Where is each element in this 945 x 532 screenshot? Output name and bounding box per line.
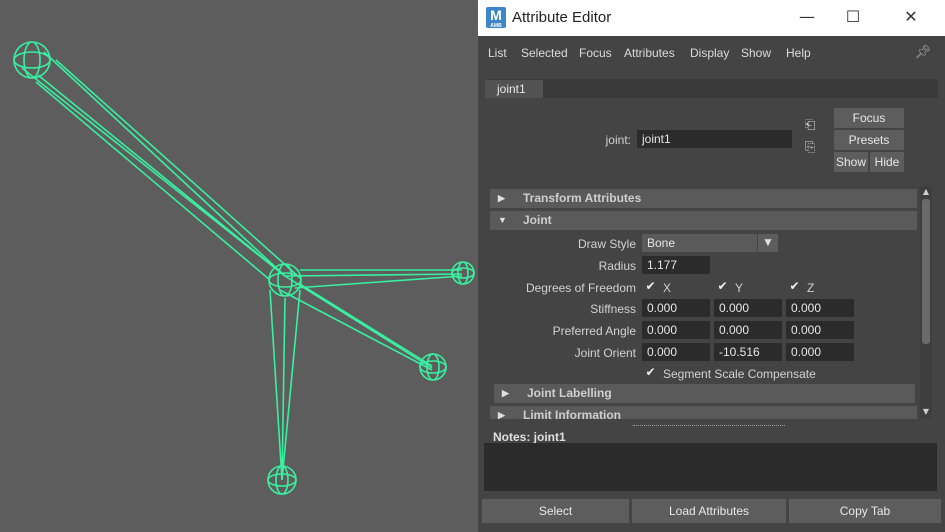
- scroll-thumb[interactable]: [922, 199, 930, 344]
- section-joint[interactable]: ▼ Joint: [490, 211, 917, 230]
- bone-line: [269, 289, 283, 481]
- load-attributes-button[interactable]: Load Attributes: [632, 499, 786, 523]
- section-transform-attributes[interactable]: ▶ Transform Attributes: [490, 189, 917, 208]
- expand-arrow-icon: ▶: [498, 193, 505, 203]
- stiffness-z-field[interactable]: 0.000: [786, 299, 854, 317]
- splitter-handle[interactable]: [633, 425, 785, 426]
- joint-sphere: [451, 261, 475, 285]
- menu-selected[interactable]: Selected: [521, 46, 568, 60]
- bone-line: [284, 275, 433, 369]
- segment-scale-compensate-checkbox[interactable]: ✔: [644, 366, 657, 379]
- preferred-angle-label: Preferred Angle: [552, 324, 636, 338]
- joint-sphere: [419, 353, 447, 381]
- menu-focus[interactable]: Focus: [579, 46, 612, 60]
- dof-x-checkbox[interactable]: ✔: [644, 280, 657, 293]
- menu-bar: List Selected Focus Attributes Display S…: [478, 41, 945, 65]
- expand-arrow-icon: ▶: [502, 388, 509, 398]
- collapse-arrow-icon: ▼: [498, 215, 507, 225]
- minimize-button[interactable]: —: [784, 0, 830, 36]
- attribute-scrollbar[interactable]: ▲ ▼: [920, 186, 932, 418]
- joint-orient-y-field[interactable]: -10.516: [714, 343, 782, 361]
- stiffness-x-field[interactable]: 0.000: [642, 299, 710, 317]
- tab-joint1[interactable]: joint1: [485, 80, 543, 98]
- bone-line: [55, 59, 301, 279]
- bone-line: [279, 289, 433, 371]
- section-limit-information[interactable]: ▶ Limit Information: [490, 406, 917, 419]
- dof-y-checkbox[interactable]: ✔: [716, 280, 729, 293]
- section-clip: ▶ Limit Information: [490, 406, 917, 419]
- preferred-angle-y-field[interactable]: 0.000: [714, 321, 782, 339]
- node-name-label: joint:: [605, 133, 631, 147]
- focus-button[interactable]: Focus: [834, 108, 904, 128]
- scroll-up-arrow-icon[interactable]: ▲: [920, 186, 932, 198]
- menu-show[interactable]: Show: [741, 46, 771, 60]
- chevron-down-icon[interactable]: ▼: [758, 234, 778, 252]
- node-name-field[interactable]: joint1: [637, 130, 792, 148]
- section-joint-labelling[interactable]: ▶ Joint Labelling: [494, 384, 915, 403]
- title-bar[interactable]: M AMB Attribute Editor — ☐ ✕: [478, 0, 945, 36]
- tab-bar: joint1: [485, 79, 938, 98]
- skeleton-joints: [13, 41, 475, 495]
- draw-style-label: Draw Style: [577, 237, 636, 251]
- window-title: Attribute Editor: [512, 9, 612, 26]
- input-connection-icon[interactable]: ⎗: [805, 118, 815, 133]
- notes-label: Notes: joint1: [493, 430, 566, 444]
- notes-textarea[interactable]: [484, 443, 937, 491]
- joint-orient-label: Joint Orient: [574, 346, 636, 360]
- bone-line: [37, 74, 286, 277]
- joint-sphere: [13, 41, 51, 79]
- dof-z-checkbox[interactable]: ✔: [788, 280, 801, 293]
- show-button[interactable]: Show: [834, 152, 868, 172]
- segment-scale-compensate-label: Segment Scale Compensate: [663, 367, 816, 381]
- copy-tab-button[interactable]: Copy Tab: [789, 499, 941, 523]
- dof-z-label: Z: [807, 281, 815, 295]
- close-button[interactable]: ✕: [888, 0, 934, 36]
- menu-help[interactable]: Help: [786, 46, 811, 60]
- dof-y-label: Y: [735, 281, 744, 295]
- radius-field[interactable]: 1.177: [642, 256, 710, 274]
- bone-line: [43, 51, 286, 277]
- joint-sphere: [268, 263, 302, 297]
- draw-style-dropdown[interactable]: Bone: [642, 234, 757, 252]
- bone-line: [284, 273, 463, 277]
- dof-x-label: X: [663, 281, 672, 295]
- maximize-button[interactable]: ☐: [830, 0, 876, 36]
- joint-orient-x-field[interactable]: 0.000: [642, 343, 710, 361]
- bone-line: [294, 275, 463, 289]
- radius-label: Radius: [598, 259, 636, 273]
- menu-list[interactable]: List: [488, 46, 507, 60]
- menu-attributes[interactable]: Attributes: [624, 46, 675, 60]
- preferred-angle-z-field[interactable]: 0.000: [786, 321, 854, 339]
- maya-app-icon: M AMB: [486, 7, 506, 29]
- menu-display[interactable]: Display: [690, 46, 729, 60]
- presets-button[interactable]: Presets: [834, 130, 904, 150]
- viewport[interactable]: [0, 0, 478, 532]
- expand-arrow-icon: ▶: [498, 410, 505, 419]
- output-connection-icon[interactable]: ⎘: [805, 140, 815, 155]
- bone-line: [299, 283, 433, 367]
- hide-button[interactable]: Hide: [870, 152, 904, 172]
- stiffness-label: Stiffness: [590, 302, 636, 316]
- dof-label: Degrees of Freedom: [525, 281, 636, 295]
- select-button[interactable]: Select: [482, 499, 629, 523]
- attribute-editor-window: M AMB Attribute Editor — ☐ ✕ List Selecte…: [478, 0, 945, 532]
- joint-orient-z-field[interactable]: 0.000: [786, 343, 854, 361]
- bone-line: [35, 81, 271, 281]
- preferred-angle-x-field[interactable]: 0.000: [642, 321, 710, 339]
- scroll-down-arrow-icon[interactable]: ▼: [920, 406, 932, 418]
- pin-icon[interactable]: 📌︎: [914, 45, 931, 60]
- stiffness-y-field[interactable]: 0.000: [714, 299, 782, 317]
